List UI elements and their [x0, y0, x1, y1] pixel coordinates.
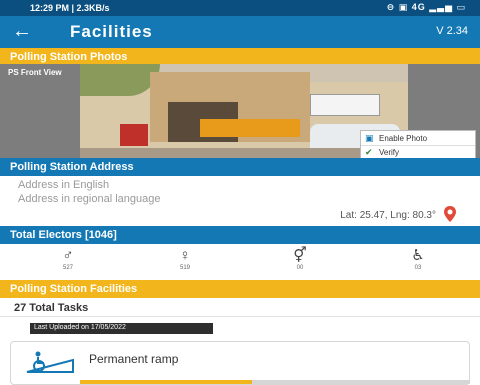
status-icons: ⊖ ▣ 4G ▂▃▅ ▭: [386, 2, 466, 12]
app-bar: ← Facilities V 2.34: [0, 16, 480, 48]
ramp-icon: [26, 351, 74, 373]
facility-progress-fill: [80, 380, 252, 384]
facility-label: Permanent ramp: [89, 352, 179, 366]
section-facilities-header: Polling Station Facilities: [0, 280, 480, 298]
page-title: Facilities: [70, 22, 153, 41]
photo-label: PS Front View: [8, 68, 62, 77]
section-address-header: Polling Station Address: [0, 158, 480, 176]
enable-photo-option[interactable]: ▣ Enable Photo: [361, 131, 475, 145]
last-upload-chip: Last Uploaded on 17/05/2022: [30, 323, 213, 334]
female-icon: ♀: [179, 247, 191, 264]
arrow-left-icon[interactable]: ←: [12, 20, 32, 42]
check-icon: ✔: [365, 147, 373, 157]
gallery-icon: ▣: [365, 132, 374, 143]
photo-strip: PS Front View ▣ Enable Photo ✔ Verify: [0, 64, 480, 160]
male-icon: ♂: [62, 247, 74, 264]
facility-card-ramp[interactable]: Permanent ramp: [10, 341, 470, 385]
address-english-field[interactable]: Address in English: [18, 179, 109, 191]
electors-row: ♂ 527 ♀ 519 ⚥ 00 ♿ 03: [0, 245, 480, 279]
elector-female: ♀ 519: [165, 247, 205, 271]
version-label: V 2.34: [436, 25, 468, 37]
elector-third-gender: ⚥ 00: [280, 247, 320, 271]
map-pin-icon[interactable]: [442, 205, 458, 223]
facility-progress-bar: [80, 380, 470, 384]
wheelchair-icon: ♿: [411, 247, 425, 264]
section-photos-title: Polling Station Photos: [10, 51, 128, 63]
verify-label: Verify: [379, 148, 400, 157]
photo-menu: ▣ Enable Photo ✔ Verify: [360, 130, 476, 160]
third-gender-count: 00: [296, 265, 304, 271]
total-tasks-label: 27 Total Tasks: [14, 302, 89, 314]
section-electors-title: Total Electors [1046]: [10, 229, 117, 241]
section-facilities-title: Polling Station Facilities: [10, 283, 138, 295]
divider: [0, 316, 480, 317]
polling-station-photo[interactable]: [80, 64, 408, 158]
section-electors-header: Total Electors [1046]: [0, 226, 480, 244]
address-regional-field[interactable]: Address in regional language: [18, 193, 161, 205]
third-gender-icon: ⚥: [293, 247, 307, 264]
status-time: 12:29 PM | 2.3KB/s: [30, 3, 110, 13]
status-bar: 12:29 PM | 2.3KB/s ⊖ ▣ 4G ▂▃▅ ▭: [0, 0, 480, 16]
elector-male: ♂ 527: [48, 247, 88, 271]
female-count: 519: [179, 265, 190, 271]
latlng-label: Lat: 25.47, Lng: 80.3°: [340, 210, 436, 221]
verify-option[interactable]: ✔ Verify: [361, 145, 475, 159]
male-count: 527: [62, 265, 73, 271]
section-address-title: Polling Station Address: [10, 161, 134, 173]
pwd-count: 03: [414, 265, 422, 271]
elector-pwd: ♿ 03: [398, 247, 438, 271]
enable-photo-label: Enable Photo: [379, 133, 428, 143]
